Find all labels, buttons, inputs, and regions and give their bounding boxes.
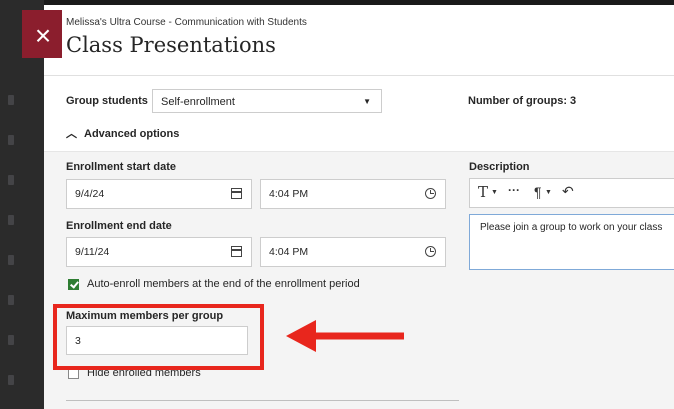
page-title: Class Presentations — [66, 33, 276, 57]
group-students-bar: Group students Self-enrollment ▼ Number … — [44, 76, 674, 152]
enrollment-end-date-input[interactable]: 9/11/24 — [66, 237, 252, 267]
description-editor[interactable]: Please join a group to work on your clas… — [469, 214, 674, 270]
strip-icon — [8, 255, 14, 265]
advanced-options-toggle[interactable]: ︿ Advanced options — [66, 125, 179, 141]
strip-icon — [8, 95, 14, 105]
chevron-up-icon: ︿ — [66, 128, 77, 140]
chevron-down-icon: ▼ — [363, 97, 371, 106]
chevron-down-icon: ▼ — [545, 189, 552, 196]
enrollment-start-date-input[interactable]: 9/4/24 — [66, 179, 252, 209]
strip-icon — [8, 135, 14, 145]
strip-icon — [8, 215, 14, 225]
undo-icon[interactable]: ↶ — [562, 183, 574, 200]
clock-icon[interactable] — [425, 246, 436, 257]
advanced-options-label: Advanced options — [84, 128, 180, 140]
paragraph-icon[interactable]: ¶ — [534, 184, 542, 200]
chevron-down-icon: ▼ — [491, 189, 498, 196]
number-of-groups: Number of groups: 3 — [468, 95, 577, 107]
strip-icon — [8, 335, 14, 345]
calendar-icon[interactable] — [231, 246, 242, 257]
text-style-icon[interactable]: T — [478, 183, 488, 201]
panel-header: Melissa's Ultra Course - Communication w… — [44, 5, 674, 76]
enrollment-start-time-input[interactable]: 4:04 PM — [260, 179, 446, 209]
calendar-icon[interactable] — [231, 188, 242, 199]
breadcrumb: Melissa's Ultra Course - Communication w… — [66, 17, 307, 28]
divider — [66, 400, 459, 401]
description-label: Description — [469, 161, 530, 173]
auto-enroll-checkbox[interactable] — [68, 279, 79, 290]
more-icon[interactable]: ··· — [508, 183, 520, 197]
enrollment-end-date-value: 9/11/24 — [75, 246, 110, 258]
strip-icon — [8, 295, 14, 305]
description-toolbar: T ▼ ··· ¶ ▼ ↶ — [469, 178, 674, 208]
highlight-box — [53, 304, 264, 370]
strip-icon — [8, 375, 14, 385]
close-icon[interactable]: × — [28, 21, 58, 51]
enrollment-end-time-value: 4:04 PM — [269, 246, 309, 258]
enrollment-end-time-input[interactable]: 4:04 PM — [260, 237, 446, 267]
arrow-left-icon — [286, 320, 404, 352]
group-students-select[interactable]: Self-enrollment ▼ — [152, 89, 382, 113]
enrollment-start-label: Enrollment start date — [66, 161, 177, 173]
auto-enroll-label: Auto-enroll members at the end of the en… — [87, 278, 360, 290]
enrollment-end-label: Enrollment end date — [66, 220, 172, 232]
clock-icon[interactable] — [425, 188, 436, 199]
strip-icon — [8, 175, 14, 185]
enrollment-start-time-value: 4:04 PM — [269, 188, 309, 200]
group-students-value: Self-enrollment — [161, 96, 235, 108]
background-course-strip — [0, 0, 44, 409]
enrollment-start-date-value: 9/4/24 — [75, 188, 105, 200]
group-students-label: Group students — [66, 95, 148, 107]
